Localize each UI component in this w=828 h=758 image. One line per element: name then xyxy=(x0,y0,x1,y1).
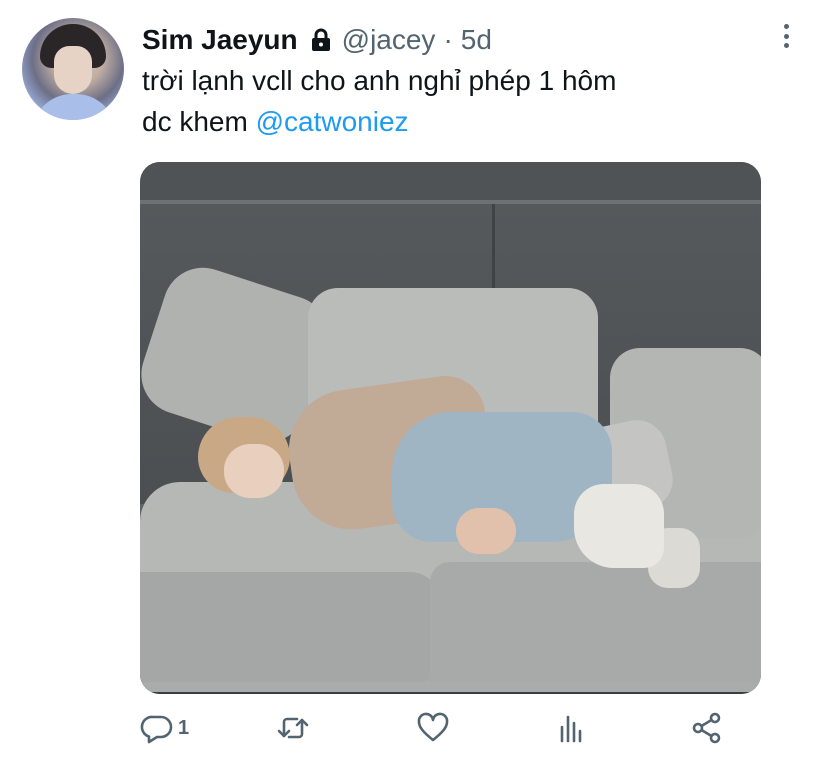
reply-count: 1 xyxy=(178,716,190,739)
reply-icon xyxy=(140,715,173,744)
photo-wall-line xyxy=(140,200,761,204)
like-button[interactable] xyxy=(416,708,450,748)
timestamp[interactable]: 5d xyxy=(461,24,492,56)
more-options-icon[interactable] xyxy=(778,24,794,54)
retweet-button[interactable] xyxy=(276,708,310,748)
avatar[interactable] xyxy=(22,18,124,120)
heart-icon xyxy=(417,712,449,742)
photo-person-hands xyxy=(456,508,516,554)
author-handle[interactable]: @jacey xyxy=(342,24,436,56)
share-button[interactable] xyxy=(690,708,724,748)
photo-seat-front-left xyxy=(140,572,440,682)
reply-button[interactable]: 1 xyxy=(140,708,189,748)
avatar-face xyxy=(54,46,92,94)
tweet-text-line-1: trời lạnh vcll cho anh nghỉ phép 1 hôm xyxy=(142,65,617,96)
tweet-actions: 1 xyxy=(140,708,740,748)
lock-icon xyxy=(310,28,332,52)
tweet: Sim Jaeyun @jacey · 5d trời lạnh vcll ch… xyxy=(0,0,828,758)
tweet-photo[interactable] xyxy=(140,162,761,694)
author-name[interactable]: Sim Jaeyun xyxy=(142,24,298,56)
avatar-shirt xyxy=(32,94,116,120)
photo-person-face xyxy=(224,444,284,498)
share-icon xyxy=(692,712,721,744)
analytics-icon xyxy=(560,715,582,743)
photo-wall-top xyxy=(140,162,761,200)
photo-seat-front-right xyxy=(430,562,761,682)
retweet-icon xyxy=(277,717,309,739)
tweet-text: trời lạnh vcll cho anh nghỉ phép 1 hôm d… xyxy=(142,60,782,142)
photo-shoe-front xyxy=(574,484,664,568)
tweet-header: Sim Jaeyun @jacey · 5d xyxy=(142,22,492,58)
separator-dot: · xyxy=(443,24,453,55)
analytics-button[interactable] xyxy=(554,708,588,748)
mention-link[interactable]: @catwoniez xyxy=(256,106,409,137)
tweet-text-line-2: dc khem @catwoniez xyxy=(142,101,782,142)
tweet-text-prefix: dc khem xyxy=(142,106,256,137)
